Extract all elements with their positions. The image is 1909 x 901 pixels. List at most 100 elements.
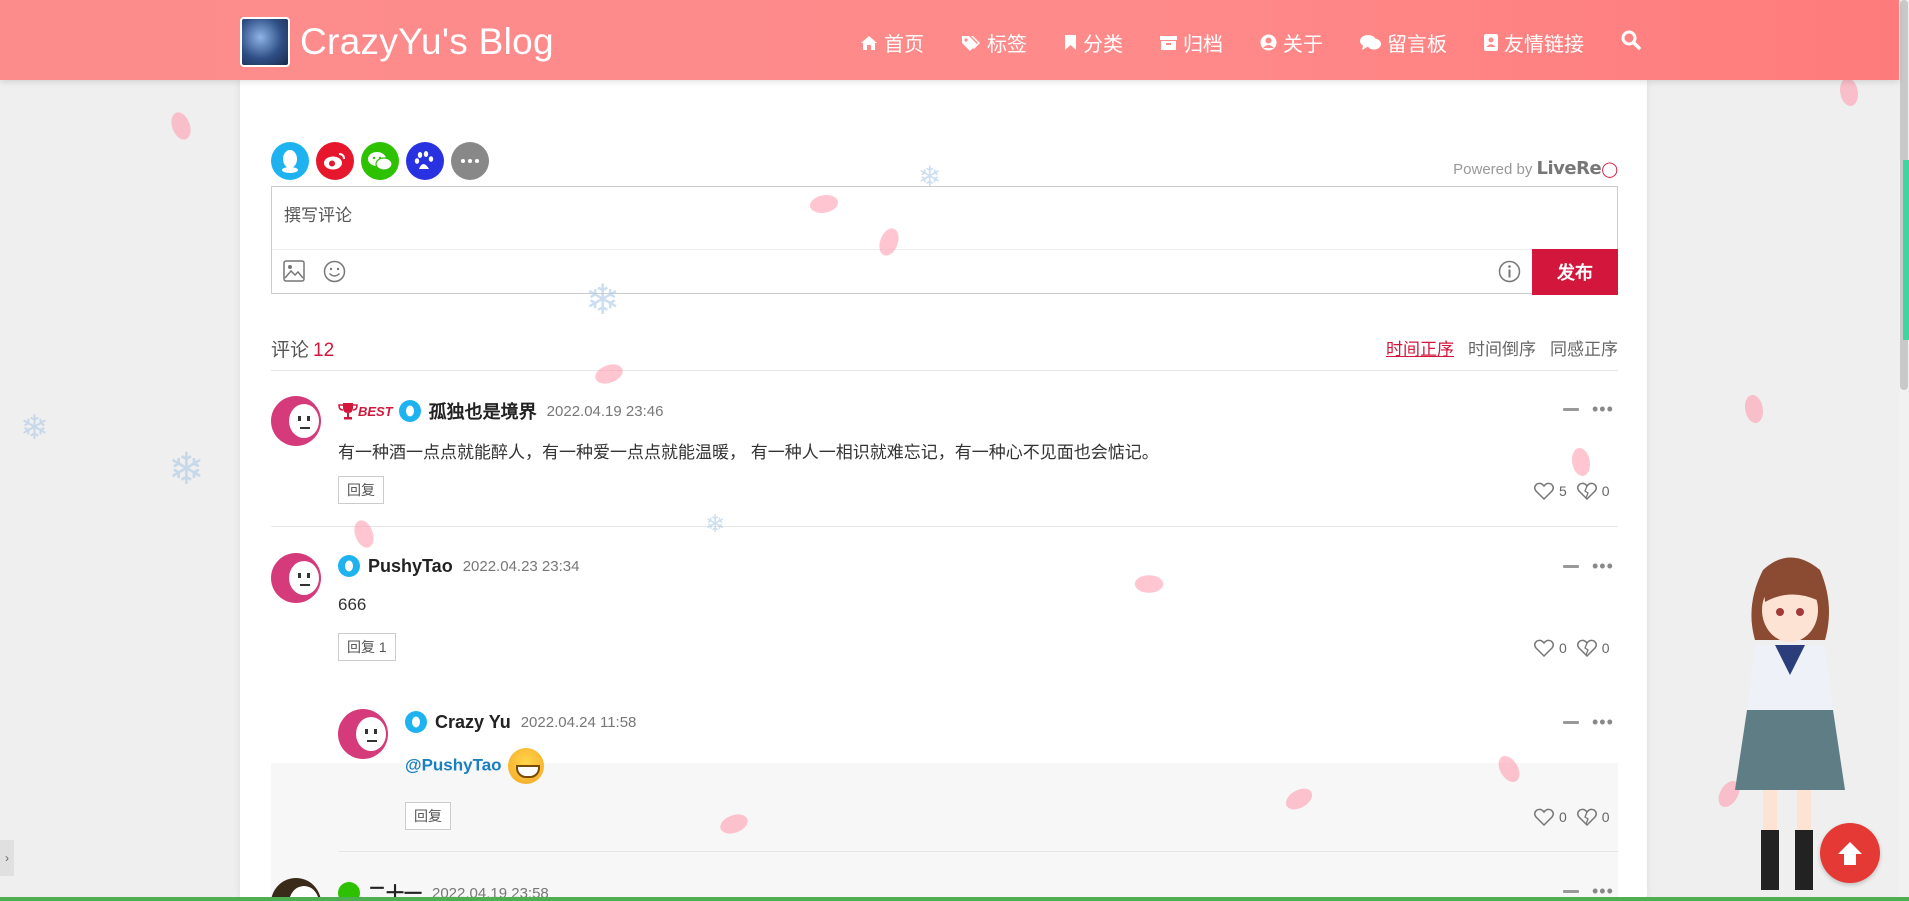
weibo-icon xyxy=(324,153,345,170)
comment-ops: ••• xyxy=(1563,400,1614,418)
comment-text: 666 xyxy=(338,595,367,614)
like-count: 0 xyxy=(1559,640,1567,656)
login-share-row xyxy=(271,142,496,180)
collapse-icon[interactable] xyxy=(1563,564,1579,568)
powered-by[interactable]: Powered by LiveRe◯ xyxy=(1453,158,1618,179)
sort-time-asc[interactable]: 时间正序 xyxy=(1386,335,1454,360)
like-count: 0 xyxy=(1559,809,1567,825)
user-mention[interactable]: @PushyTao xyxy=(405,755,502,774)
page-scrollbar[interactable] xyxy=(1899,0,1909,901)
comment-author[interactable]: 孤独也是境界 xyxy=(429,398,537,424)
sort-time-desc[interactable]: 时间倒序 xyxy=(1468,335,1536,360)
image-upload-icon[interactable] xyxy=(283,260,305,282)
baidu-login-button[interactable] xyxy=(406,142,444,180)
wechat-login-button[interactable] xyxy=(361,142,399,180)
dislike-count: 0 xyxy=(1601,809,1610,825)
more-options-icon[interactable]: ••• xyxy=(1592,400,1614,418)
nav-archive[interactable]: 归档 xyxy=(1160,28,1223,57)
livere-logo-icon: ◯ xyxy=(1601,161,1618,178)
site-logo xyxy=(240,17,290,67)
reply-button[interactable]: 回复 1 xyxy=(338,633,396,661)
info-icon[interactable] xyxy=(1498,260,1521,283)
comment-ops: ••• xyxy=(1563,713,1614,731)
comment-count-row: 评论 12 时间正序 时间倒序 同感正序 xyxy=(271,335,1618,371)
nav-tags[interactable]: 标签 xyxy=(961,28,1027,57)
best-label: BEST xyxy=(358,403,393,419)
main-nav: 首页 标签 分类 归档 关于 留言板 友情链接 xyxy=(860,28,1641,57)
grin-emoji-icon xyxy=(507,748,544,784)
more-login-button[interactable] xyxy=(451,142,489,180)
comments-card: Powered by LiveRe◯ 撰写评论 发布 评论 12 时间正序 时间倒… xyxy=(240,80,1647,901)
home-icon xyxy=(861,35,877,50)
snowflake: ❄ xyxy=(918,161,942,192)
nav-guestbook[interactable]: 留言板 xyxy=(1360,28,1447,57)
wechat-icon xyxy=(368,152,393,171)
heart-icon xyxy=(1534,639,1554,657)
collapse-icon[interactable] xyxy=(1563,407,1579,411)
qq-user-icon xyxy=(405,711,427,733)
avatar[interactable] xyxy=(271,553,321,603)
comment-ops: ••• xyxy=(1563,882,1614,900)
search-icon xyxy=(1621,30,1641,50)
like-count: 5 xyxy=(1559,483,1567,499)
nav-categories-label: 分类 xyxy=(1083,34,1123,56)
more-options-icon[interactable]: ••• xyxy=(1592,557,1614,575)
dislike-button[interactable]: 0 xyxy=(1576,808,1610,826)
sakura-petal xyxy=(1740,392,1768,426)
comment-text: 有一种酒一点点就能醉人，有一种爱一点点就能温暖， 有一种人一相识就难忘记，有一种… xyxy=(338,443,1159,462)
snowflake: ❄ xyxy=(705,511,726,538)
comments-icon xyxy=(1360,35,1381,50)
dislike-button[interactable]: 0 xyxy=(1576,639,1610,657)
more-options-icon[interactable]: ••• xyxy=(1592,882,1614,900)
qq-login-button[interactable] xyxy=(271,142,309,180)
collapse-icon[interactable] xyxy=(1563,720,1579,724)
nav-categories[interactable]: 分类 xyxy=(1064,28,1123,57)
comment-author[interactable]: Crazy Yu xyxy=(435,712,511,733)
bottom-progress-bar xyxy=(0,897,1909,901)
nav-home[interactable]: 首页 xyxy=(860,28,924,57)
scroll-to-top-button[interactable] xyxy=(1820,823,1880,883)
avatar[interactable] xyxy=(338,709,388,759)
reply-button[interactable]: 回复 xyxy=(405,802,451,830)
comment-header: BEST 孤独也是境界 2022.04.19 23:46 xyxy=(338,398,663,424)
powered-prefix: Powered by xyxy=(1453,161,1533,178)
side-widget-edge[interactable] xyxy=(1903,160,1909,340)
sakura-petal xyxy=(1835,75,1863,109)
comment-author[interactable]: PushyTao xyxy=(368,556,453,577)
nav-friend-links[interactable]: 友情链接 xyxy=(1484,28,1584,57)
avatar[interactable] xyxy=(271,396,321,446)
more-options-icon[interactable]: ••• xyxy=(1592,713,1614,731)
like-button[interactable]: 0 xyxy=(1534,808,1567,826)
dislike-count: 0 xyxy=(1601,483,1610,499)
comment-votes: 0 0 xyxy=(1524,639,1610,657)
comment-text: @PushyTao xyxy=(405,748,544,784)
comment-votes: 0 0 xyxy=(1524,808,1610,826)
nav-friend-links-label: 友情链接 xyxy=(1504,34,1584,56)
dislike-button[interactable]: 0 xyxy=(1576,482,1610,500)
weibo-login-button[interactable] xyxy=(316,142,354,180)
sort-agree-asc[interactable]: 同感正序 xyxy=(1550,335,1618,360)
publish-button[interactable]: 发布 xyxy=(1532,249,1618,295)
sakura-petal xyxy=(166,109,196,143)
collapse-icon[interactable] xyxy=(1563,889,1579,893)
site-title: CrazyYu's Blog xyxy=(300,21,554,62)
nav-search-button[interactable] xyxy=(1621,30,1641,55)
comment-divider xyxy=(338,851,1618,852)
trophy-icon xyxy=(338,403,358,420)
nav-tags-label: 标签 xyxy=(987,34,1027,56)
like-button[interactable]: 5 xyxy=(1534,482,1567,500)
nav-archive-label: 归档 xyxy=(1183,34,1223,56)
site-brand[interactable]: CrazyYu's Blog xyxy=(240,17,554,67)
comment-input[interactable]: 撰写评论 xyxy=(284,201,352,226)
side-expand-icon[interactable]: › xyxy=(0,840,14,876)
reply-button[interactable]: 回复 xyxy=(338,476,384,504)
comment-ops: ••• xyxy=(1563,557,1614,575)
comment-time: 2022.04.19 23:46 xyxy=(546,402,664,420)
dislike-count: 0 xyxy=(1601,640,1610,656)
sort-options: 时间正序 时间倒序 同感正序 xyxy=(1372,335,1618,360)
qq-user-icon xyxy=(398,400,421,422)
like-button[interactable]: 0 xyxy=(1534,639,1567,657)
nav-about[interactable]: 关于 xyxy=(1260,28,1323,57)
emoji-icon[interactable] xyxy=(323,260,346,283)
editor-toolbar: 发布 xyxy=(272,249,1618,295)
